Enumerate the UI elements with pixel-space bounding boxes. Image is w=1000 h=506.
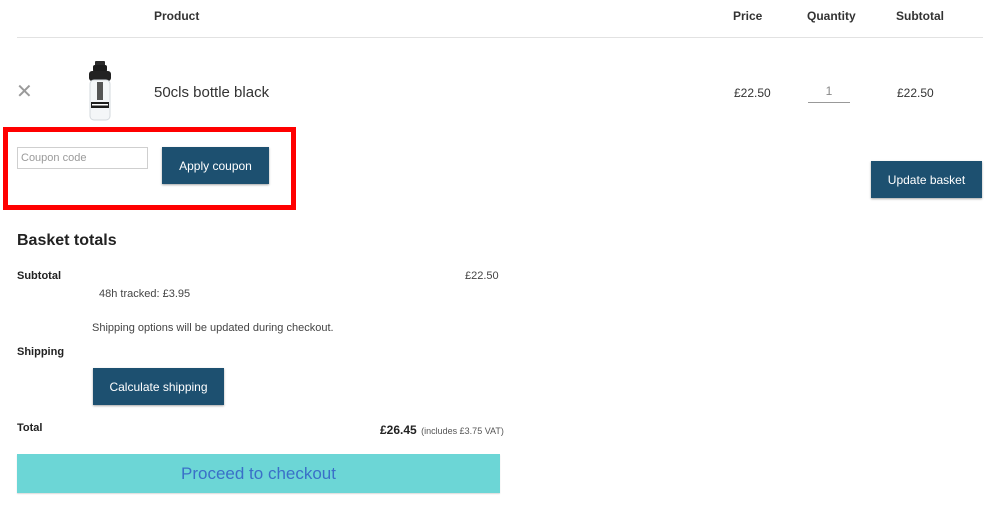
header-divider [17, 37, 983, 38]
total-value-group: £26.45 (includes £3.75 VAT) [380, 421, 504, 439]
product-thumbnail[interactable] [84, 58, 116, 124]
header-subtotal: Subtotal [896, 9, 944, 23]
shipping-note: Shipping options will be updated during … [92, 322, 334, 334]
update-basket-button[interactable]: Update basket [871, 161, 982, 198]
header-product: Product [154, 9, 200, 23]
shipping-label: Shipping [17, 346, 65, 358]
subtotal-label: Subtotal [17, 270, 61, 282]
product-name-link[interactable]: 50cls bottle black [154, 84, 269, 101]
remove-item-icon[interactable]: ✕ [16, 82, 33, 102]
quantity-input[interactable] [808, 80, 850, 103]
row-price: £22.50 [734, 86, 771, 100]
basket-totals-heading: Basket totals [17, 232, 117, 249]
coupon-code-input[interactable] [17, 147, 148, 169]
header-price: Price [733, 9, 763, 23]
subtotal-value: £22.50 [465, 270, 499, 282]
apply-coupon-button[interactable]: Apply coupon [162, 147, 269, 184]
total-label: Total [17, 422, 43, 434]
shipping-method: 48h tracked: £3.95 [99, 288, 191, 300]
total-value: £26.45 [380, 423, 417, 437]
vat-note: (includes £3.75 VAT) [421, 426, 504, 436]
calculate-shipping-button[interactable]: Calculate shipping [93, 368, 224, 405]
proceed-to-checkout-button[interactable]: Proceed to checkout [17, 454, 500, 493]
header-quantity: Quantity [807, 9, 856, 23]
row-subtotal: £22.50 [897, 86, 934, 100]
